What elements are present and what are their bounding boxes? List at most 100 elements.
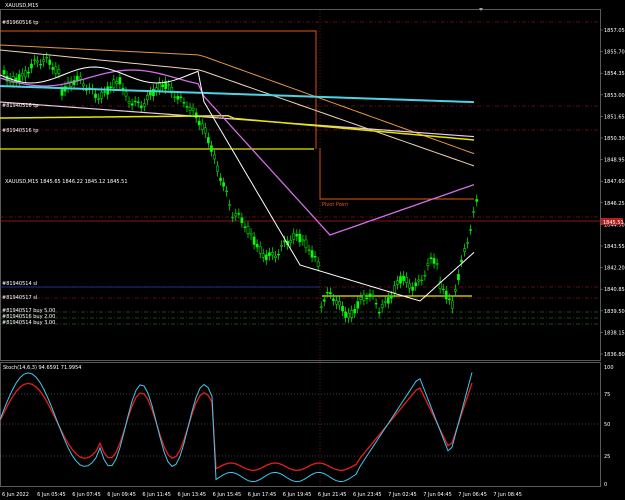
- candle-body: [51, 67, 55, 70]
- grid-layer: [0, 10, 600, 487]
- candle-body: [466, 242, 469, 244]
- candle-body: [78, 76, 82, 80]
- candle-body: [386, 297, 390, 304]
- candle-body: [57, 69, 61, 74]
- candle-body: [332, 298, 335, 301]
- candle-body: [33, 59, 36, 61]
- candle-body: [393, 285, 396, 293]
- candle-body: [341, 306, 344, 312]
- candle-body: [463, 248, 466, 252]
- candle-body: [368, 293, 372, 297]
- candle-body: [313, 256, 317, 258]
- candle-body: [423, 274, 427, 277]
- price-label: 1850.30: [604, 136, 625, 142]
- candle-body: [94, 93, 97, 98]
- candle-body: [130, 103, 134, 106]
- price-label: 1857.05: [604, 28, 625, 34]
- candle-body: [20, 73, 24, 77]
- candle-body: [277, 254, 280, 256]
- candle-body: [112, 79, 116, 88]
- symbol-header: XAUUSD,M15 1845.65 1846.22 1845.12 1845.…: [5, 179, 128, 185]
- candle-body: [441, 288, 445, 291]
- candle-body: [411, 286, 415, 291]
- candle-body: [280, 245, 283, 247]
- stoch-signal-line: [0, 382, 473, 472]
- candle-body: [399, 276, 402, 284]
- candle-body: [246, 226, 250, 234]
- current-price-label: 1845.51: [603, 220, 624, 226]
- main-panel[interactable]: [0, 9, 601, 361]
- candle-body: [115, 81, 119, 84]
- candle-body: [255, 243, 259, 248]
- candle-body: [322, 299, 326, 302]
- candle-body: [234, 213, 238, 217]
- candle-body: [271, 252, 274, 256]
- time-label: 6 Jun 21:45: [318, 492, 347, 498]
- candles-layer: [2, 52, 479, 323]
- candle-body: [185, 106, 189, 108]
- candle-body: [231, 216, 235, 219]
- candle-body: [213, 154, 216, 160]
- candle-body: [319, 306, 323, 308]
- candle-body: [408, 283, 411, 289]
- candle-body: [365, 297, 369, 300]
- candle-body: [237, 213, 241, 215]
- candle-body: [371, 294, 375, 296]
- candle-body: [460, 259, 463, 263]
- time-label: 6 Jun 09:45: [107, 492, 136, 498]
- candle-body: [142, 103, 146, 107]
- order-label-sl1: #81940514 sl: [2, 281, 37, 287]
- candle-body: [155, 87, 158, 91]
- stoch-panel[interactable]: [0, 362, 601, 487]
- candle-body: [216, 165, 219, 172]
- candle-body: [380, 304, 384, 309]
- candle-body: [362, 294, 366, 301]
- price-label: 1854.35: [604, 71, 625, 77]
- candle-body: [353, 309, 357, 314]
- candle-body: [200, 123, 204, 130]
- candle-body: [222, 182, 225, 187]
- candle-body: [457, 274, 460, 281]
- time-label: 6 Jun 13:45: [178, 492, 207, 498]
- candle-body: [338, 301, 341, 306]
- candle-body: [335, 300, 338, 305]
- candle-body: [109, 86, 113, 89]
- order-label-buy3: #81940514 buy 3.00: [2, 320, 55, 326]
- candle-body: [75, 75, 79, 81]
- candle-body: [405, 277, 408, 283]
- candle-body: [451, 300, 454, 309]
- candle-body: [182, 102, 186, 104]
- candle-body: [329, 292, 332, 295]
- time-label: 7 Jun 06:45: [458, 492, 487, 498]
- candle-body: [402, 275, 405, 281]
- candle-body: [225, 190, 229, 193]
- chart-canvas[interactable]: XAUUSD,M15 XAUUSD,M15 1845.65 1846.22 18…: [0, 0, 625, 500]
- time-label: 7 Jun 08:45: [493, 492, 522, 498]
- candle-body: [383, 300, 387, 303]
- price-label: 1836.80: [604, 352, 625, 358]
- candle-body: [264, 254, 268, 261]
- candle-body: [158, 82, 161, 91]
- stoch-level-label: 0: [604, 482, 607, 488]
- candle-body: [30, 63, 33, 69]
- candle-body: [304, 239, 308, 249]
- stoch-level-label: 75: [604, 392, 610, 398]
- price-axis: 1857.05 1855.70 1854.35 1853.00 1851.65 1850.…: [600, 28, 625, 358]
- candle-body: [432, 258, 436, 264]
- stoch-level-label: 100: [604, 365, 614, 371]
- candle-body: [197, 120, 201, 126]
- order-label-sl2: #81940517 sl: [2, 295, 37, 301]
- price-label: 1847.60: [604, 179, 625, 185]
- candle-body: [417, 279, 421, 282]
- candle-body: [243, 226, 247, 228]
- time-label: 6 Jun 19:45: [283, 492, 312, 498]
- price-label: 1838.15: [604, 330, 625, 336]
- candle-body: [377, 312, 381, 314]
- candle-body: [301, 239, 305, 242]
- price-label: 1842.20: [604, 266, 625, 272]
- price-label: 1839.50: [604, 309, 625, 315]
- candle-body: [176, 96, 180, 100]
- candle-body: [289, 240, 293, 243]
- candle-body: [48, 59, 52, 65]
- candle-body: [295, 233, 299, 237]
